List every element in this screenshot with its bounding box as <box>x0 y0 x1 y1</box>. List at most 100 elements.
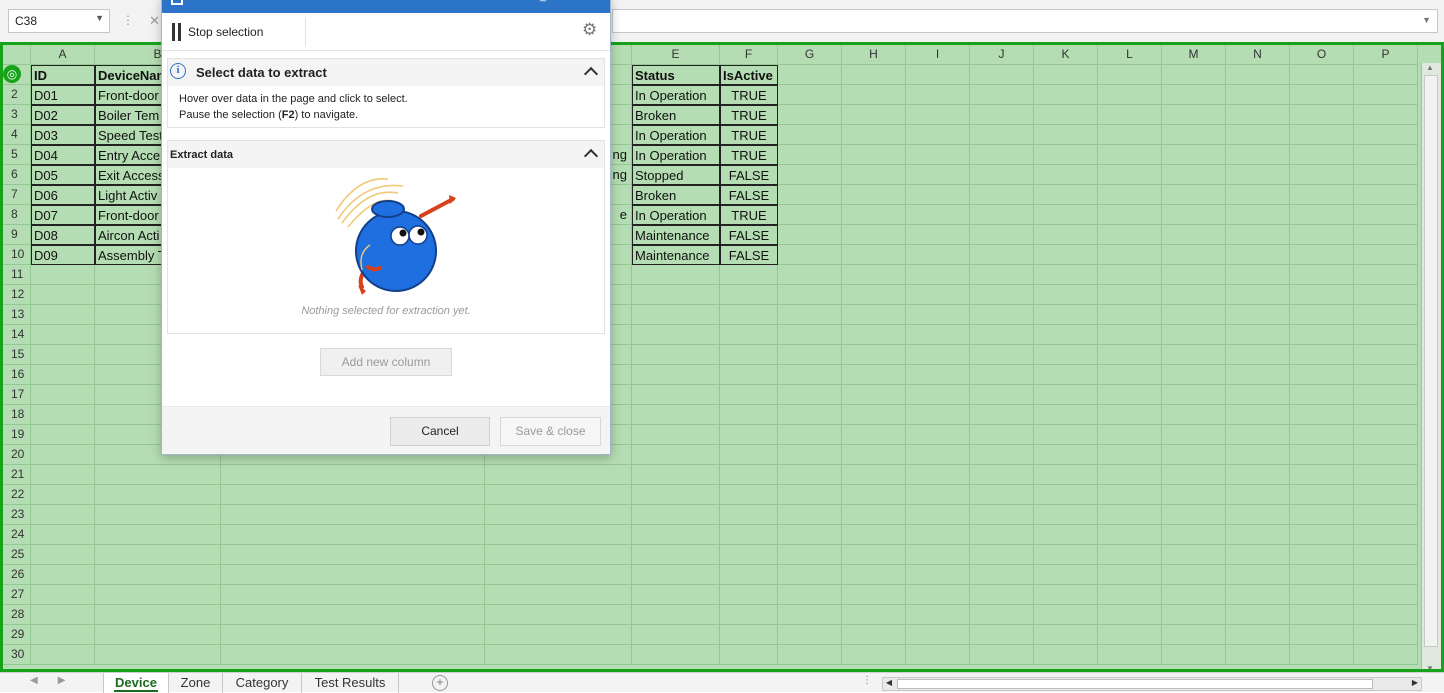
cell-d29[interactable] <box>485 625 632 645</box>
cell-c29[interactable] <box>221 625 485 645</box>
cell-e22[interactable] <box>632 485 720 505</box>
sheet-tab-device[interactable]: Device <box>103 673 169 693</box>
cell-g9[interactable] <box>778 225 842 245</box>
expand-formula-icon[interactable]: ▼ <box>1422 15 1431 25</box>
cell-h24[interactable] <box>842 525 906 545</box>
cell-g15[interactable] <box>778 345 842 365</box>
cell-a2[interactable]: D01 <box>31 85 95 105</box>
cell-a23[interactable] <box>31 505 95 525</box>
cell-n5[interactable] <box>1226 145 1290 165</box>
row-number[interactable]: 17 <box>3 385 31 405</box>
cell-g13[interactable] <box>778 305 842 325</box>
scroll-left-icon[interactable]: ◀ <box>883 678 895 687</box>
cell-j2[interactable] <box>970 85 1034 105</box>
cell-k14[interactable] <box>1034 325 1098 345</box>
cell-p24[interactable] <box>1354 525 1418 545</box>
cell-l16[interactable] <box>1098 365 1162 385</box>
cell-i14[interactable] <box>906 325 970 345</box>
column-header[interactable]: I <box>906 45 970 65</box>
cell-l20[interactable] <box>1098 445 1162 465</box>
cell-g6[interactable] <box>778 165 842 185</box>
cell-g22[interactable] <box>778 485 842 505</box>
cell-l14[interactable] <box>1098 325 1162 345</box>
cell-o17[interactable] <box>1290 385 1354 405</box>
cell-d23[interactable] <box>485 505 632 525</box>
cell-n8[interactable] <box>1226 205 1290 225</box>
row-number[interactable]: 12 <box>3 285 31 305</box>
cell-e28[interactable] <box>632 605 720 625</box>
cell-o23[interactable] <box>1290 505 1354 525</box>
cell-e23[interactable] <box>632 505 720 525</box>
cell-e17[interactable] <box>632 385 720 405</box>
cell-h27[interactable] <box>842 585 906 605</box>
cell-l18[interactable] <box>1098 405 1162 425</box>
cell-e18[interactable] <box>632 405 720 425</box>
cell-f30[interactable] <box>720 645 778 665</box>
cell-f29[interactable] <box>720 625 778 645</box>
cell-j9[interactable] <box>970 225 1034 245</box>
cell-m22[interactable] <box>1162 485 1226 505</box>
cell-f18[interactable] <box>720 405 778 425</box>
cell-b30[interactable] <box>95 645 221 665</box>
cell-k30[interactable] <box>1034 645 1098 665</box>
cell-e1[interactable]: Status <box>632 65 720 85</box>
cell-e9[interactable]: Maintenance <box>632 225 720 245</box>
row-number[interactable]: 30 <box>3 645 31 665</box>
cell-h23[interactable] <box>842 505 906 525</box>
cell-m2[interactable] <box>1162 85 1226 105</box>
cell-p26[interactable] <box>1354 565 1418 585</box>
cell-h26[interactable] <box>842 565 906 585</box>
cell-p25[interactable] <box>1354 545 1418 565</box>
cell-i18[interactable] <box>906 405 970 425</box>
add-sheet-icon[interactable]: + <box>432 675 448 691</box>
cell-i13[interactable] <box>906 305 970 325</box>
cell-f24[interactable] <box>720 525 778 545</box>
cell-p18[interactable] <box>1354 405 1418 425</box>
cell-n29[interactable] <box>1226 625 1290 645</box>
chevron-up-icon[interactable] <box>583 66 599 82</box>
column-header[interactable]: P <box>1354 45 1418 65</box>
cell-g24[interactable] <box>778 525 842 545</box>
cell-e3[interactable]: Broken <box>632 105 720 125</box>
cell-a11[interactable] <box>31 265 95 285</box>
cell-k9[interactable] <box>1034 225 1098 245</box>
cell-h15[interactable] <box>842 345 906 365</box>
cell-k12[interactable] <box>1034 285 1098 305</box>
scroll-right-icon[interactable]: ▶ <box>1409 678 1421 687</box>
cell-i4[interactable] <box>906 125 970 145</box>
cell-o12[interactable] <box>1290 285 1354 305</box>
cell-j8[interactable] <box>970 205 1034 225</box>
cell-g19[interactable] <box>778 425 842 445</box>
cell-p2[interactable] <box>1354 85 1418 105</box>
cell-h21[interactable] <box>842 465 906 485</box>
row-number[interactable]: 24 <box>3 525 31 545</box>
cell-e2[interactable]: In Operation <box>632 85 720 105</box>
cell-h7[interactable] <box>842 185 906 205</box>
cell-e14[interactable] <box>632 325 720 345</box>
cell-a17[interactable] <box>31 385 95 405</box>
cell-n10[interactable] <box>1226 245 1290 265</box>
cell-l23[interactable] <box>1098 505 1162 525</box>
cell-k23[interactable] <box>1034 505 1098 525</box>
cell-e30[interactable] <box>632 645 720 665</box>
cell-a1[interactable]: ID <box>31 65 95 85</box>
cell-l15[interactable] <box>1098 345 1162 365</box>
cell-n7[interactable] <box>1226 185 1290 205</box>
cell-e11[interactable] <box>632 265 720 285</box>
row-number[interactable]: 27 <box>3 585 31 605</box>
cell-a12[interactable] <box>31 285 95 305</box>
cell-f6[interactable]: FALSE <box>720 165 778 185</box>
cell-o28[interactable] <box>1290 605 1354 625</box>
cell-i22[interactable] <box>906 485 970 505</box>
cell-i12[interactable] <box>906 285 970 305</box>
cell-e15[interactable] <box>632 345 720 365</box>
cell-o24[interactable] <box>1290 525 1354 545</box>
cell-p16[interactable] <box>1354 365 1418 385</box>
cell-m27[interactable] <box>1162 585 1226 605</box>
cell-m4[interactable] <box>1162 125 1226 145</box>
cell-k24[interactable] <box>1034 525 1098 545</box>
cell-j6[interactable] <box>970 165 1034 185</box>
cell-n12[interactable] <box>1226 285 1290 305</box>
cell-n20[interactable] <box>1226 445 1290 465</box>
stop-selection-button[interactable]: Stop selection <box>172 21 263 43</box>
